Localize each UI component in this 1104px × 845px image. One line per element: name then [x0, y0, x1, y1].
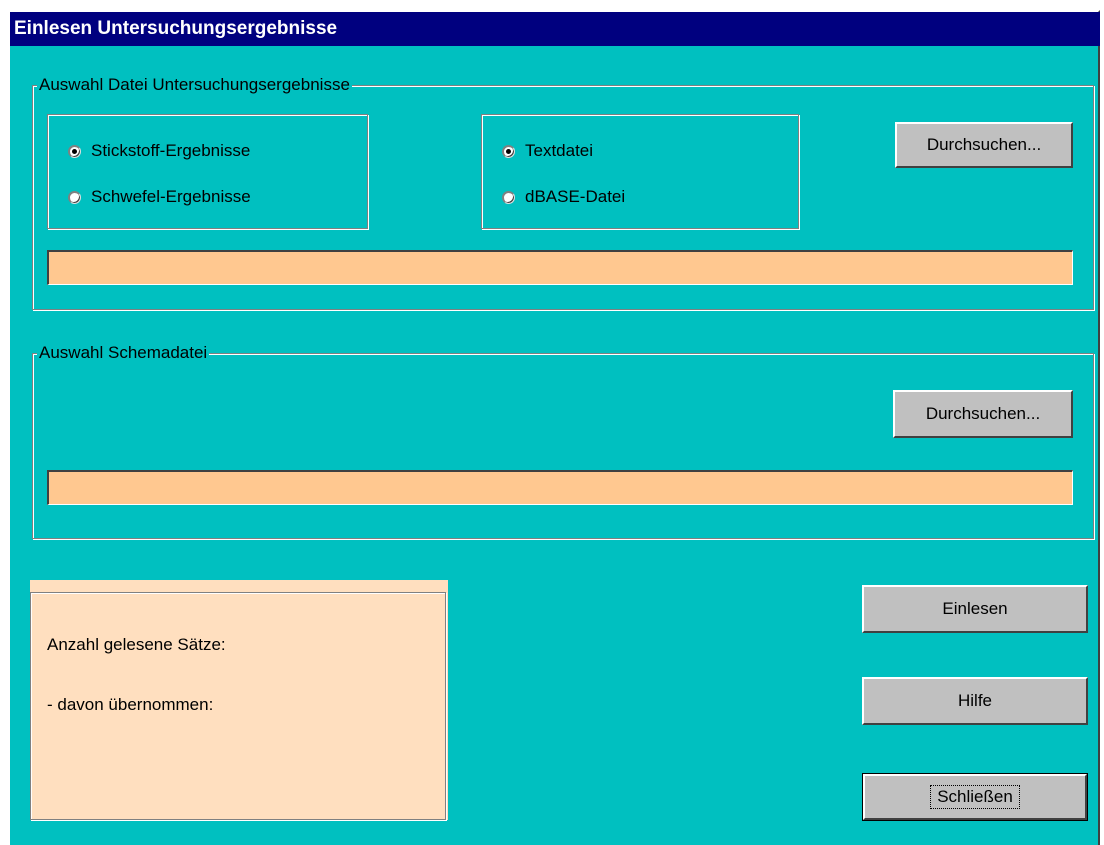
- help-button[interactable]: Hilfe: [862, 677, 1088, 725]
- import-results-dialog: Einlesen Untersuchungsergebnisse Auswahl…: [8, 10, 1100, 845]
- radio-textdatei[interactable]: Textdatei: [502, 141, 593, 161]
- import-button[interactable]: Einlesen: [862, 585, 1088, 633]
- schema-browse-button[interactable]: Durchsuchen...: [893, 390, 1073, 438]
- import-stats-frame: Anzahl gelesene Sätze: - davon übernomme…: [30, 592, 446, 820]
- schema-file-group: Auswahl Schemadatei Durchsuchen...: [32, 343, 1094, 539]
- import-stats-panel: Anzahl gelesene Sätze: - davon übernomme…: [30, 580, 448, 820]
- file-format-frame: Textdatei dBASE-Datei: [481, 114, 799, 229]
- radio-schwefel-indicator[interactable]: [68, 190, 81, 204]
- radio-dbase-label: dBASE-Datei: [525, 187, 626, 206]
- radio-textdatei-label: Textdatei: [525, 141, 594, 160]
- radio-schwefel[interactable]: Schwefel-Ergebnisse: [68, 187, 251, 207]
- results-file-group-legend: Auswahl Datei Untersuchungsergebnisse: [37, 75, 352, 95]
- result-type-frame: Stickstoff-Ergebnisse Schwefel-Ergebniss…: [47, 114, 368, 229]
- schema-file-group-legend: Auswahl Schemadatei: [37, 343, 210, 363]
- radio-dbase-indicator[interactable]: [502, 190, 515, 204]
- records-read-label: Anzahl gelesene Sätze:: [47, 635, 226, 654]
- close-button[interactable]: Schließen: [862, 773, 1088, 821]
- results-file-path-field[interactable]: [47, 250, 1073, 285]
- radio-textdatei-indicator[interactable]: [502, 144, 515, 158]
- radio-dbase[interactable]: dBASE-Datei: [502, 187, 625, 207]
- radio-stickstoff-indicator[interactable]: [68, 144, 81, 158]
- schema-file-path-field[interactable]: [47, 470, 1073, 505]
- records-accepted-label: - davon übernommen:: [47, 695, 214, 714]
- results-browse-button[interactable]: Durchsuchen...: [895, 122, 1073, 168]
- radio-stickstoff[interactable]: Stickstoff-Ergebnisse: [68, 141, 250, 161]
- close-button-label: Schließen: [930, 785, 1020, 809]
- results-file-group: Auswahl Datei Untersuchungsergebnisse St…: [32, 75, 1094, 310]
- dialog-title: Einlesen Untersuchungsergebnisse: [10, 12, 1100, 46]
- radio-stickstoff-label: Stickstoff-Ergebnisse: [91, 141, 251, 160]
- radio-schwefel-label: Schwefel-Ergebnisse: [91, 187, 251, 206]
